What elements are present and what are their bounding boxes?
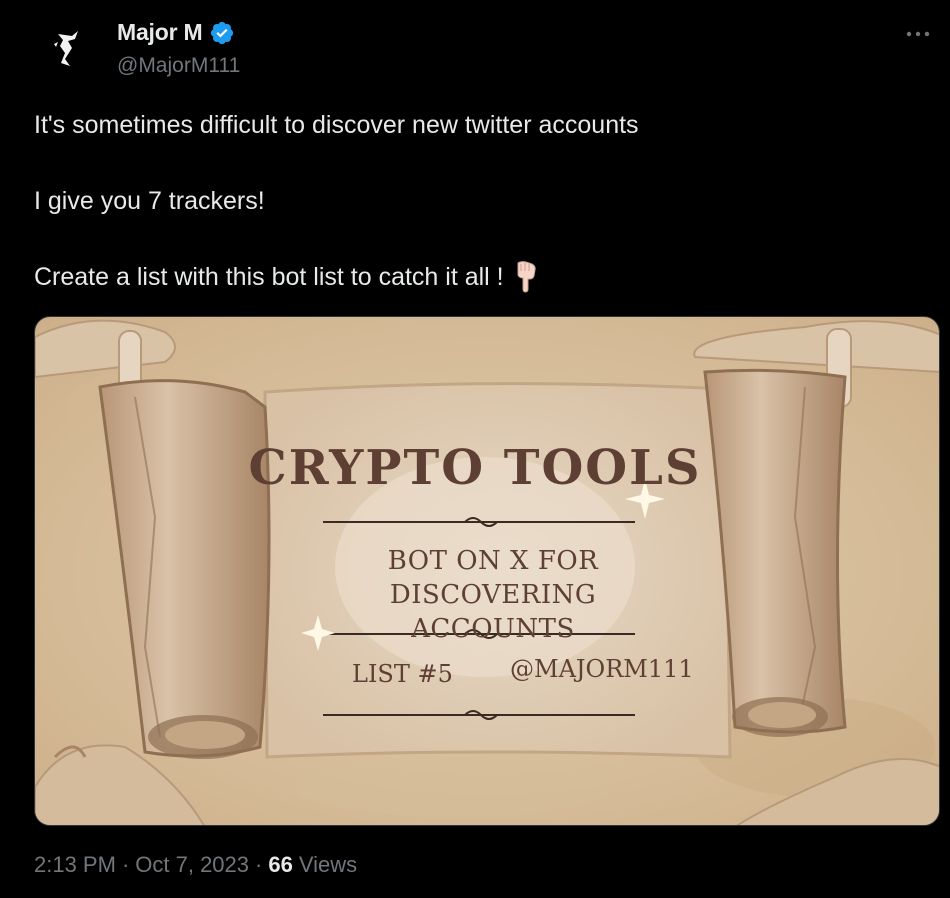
media-list-label: LIST #5 [352,660,453,688]
author-name-row: Major M [117,19,235,46]
tweet-time-link[interactable]: 2:13 PM [34,852,116,878]
views-label: Views [298,852,358,877]
tweet: Major M @MajorM111 It's sometimes diffic… [0,0,950,898]
tweet-line-text: Create a list with this bot list to catc… [34,263,504,291]
flame-figure-icon [34,14,100,80]
more-options-icon[interactable] [900,24,936,44]
media-title: CRYPTO TOOLS [248,440,702,496]
tweet-line: It's sometimes difficult to discover new… [34,111,639,139]
author-handle[interactable]: @MajorM111 [117,54,240,78]
media-subtitle: BOT ON X FOR DISCOVERING ACCOUNTS [387,546,599,644]
tweet-date-link[interactable]: Oct 7, 2023 [135,852,249,878]
views-count: 66 [268,852,293,877]
separator-dot: · [121,852,130,877]
tweet-text: It's sometimes difficult to discover new… [34,106,914,296]
media-handle-label: @MAJORM111 [510,655,694,683]
tweet-line: Create a list with this bot list to catc… [34,258,914,296]
separator-dot: · [255,852,263,877]
author-display-name[interactable]: Major M [117,19,203,46]
tweet-line: I give you 7 trackers! [34,187,265,215]
avatar[interactable] [34,14,100,80]
verified-badge-icon[interactable] [209,20,235,46]
pointing-down-hand-icon [517,261,536,293]
tweet-metadata: 2:13 PM · Oct 7, 2023 · 66 Views [34,852,357,878]
